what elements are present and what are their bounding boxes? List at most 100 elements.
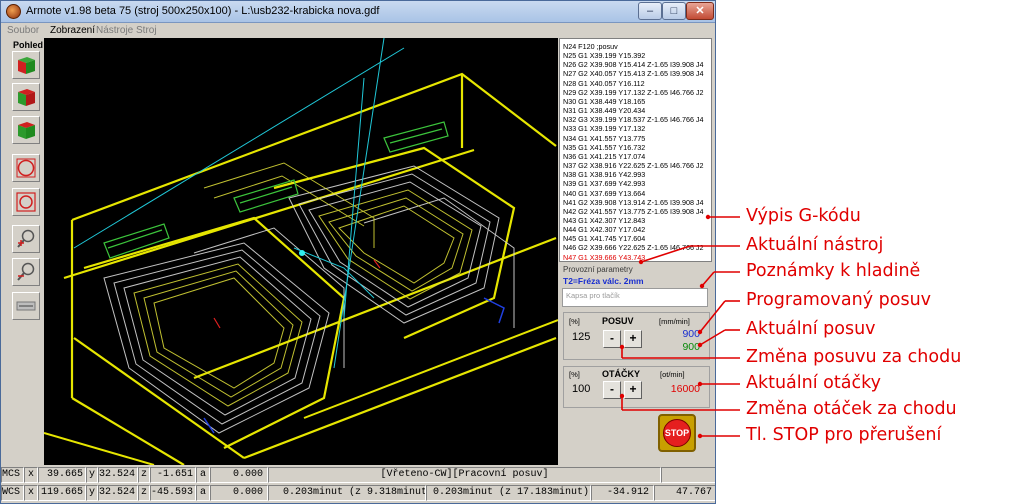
layer-note-field[interactable]: Kapsa pro tlačík	[562, 288, 708, 307]
mcs-a-value: 0.000	[210, 467, 268, 483]
gcode-line: N29 G2 X39.199 Y17.132 Z-1.65 I46.766 J2	[563, 87, 704, 97]
machine-state-message: [Vřeteno-CW][Pracovní posuv]	[268, 467, 661, 483]
gcode-line: N39 G1 X37.699 Y42.993	[563, 179, 646, 189]
maximize-button[interactable]: □	[662, 2, 686, 20]
current-tool: T2=Fréza válc. 2mm	[563, 276, 644, 286]
close-button[interactable]: ✕	[686, 2, 714, 20]
annotation-actual-speed: Aktuální otáčky	[746, 373, 881, 393]
programmed-feed-value: 900	[682, 328, 700, 340]
gcode-line: N32 G3 X39.199 Y18.537 Z-1.65 I46.766 J4	[563, 115, 704, 125]
feed-label: POSUV	[602, 316, 634, 326]
wcs-y-label: y	[86, 485, 98, 501]
status-empty-cell	[661, 467, 715, 483]
status-value-1: -34.912	[591, 485, 654, 501]
wcs-label: WCS	[1, 485, 24, 501]
annotation-stop-button: Tl. STOP pro přerušení	[746, 425, 942, 445]
mcs-x-value: 39.665	[38, 467, 86, 483]
gcode-line: N31 G1 X38.449 Y20.434	[563, 106, 646, 116]
feed-group: [%] POSUV [mm/min] 125 - + 900 900	[563, 312, 710, 360]
gcode-line: N35 G1 X41.557 Y16.732	[563, 142, 646, 152]
cube-top-icon	[18, 122, 35, 139]
fit-view-square-button[interactable]	[12, 188, 40, 216]
wcs-x-label: x	[24, 485, 38, 501]
zoom-out-button[interactable]	[12, 258, 40, 286]
wcs-a-label: a	[196, 485, 210, 501]
gcode-line: N42 G2 X41.557 Y13.775 Z-1.65 I39.908 J4	[563, 206, 704, 216]
toolpath-canvas	[44, 38, 558, 465]
annotation-actual-feed: Aktuální posuv	[746, 319, 876, 339]
spindle-pct-unit: [%]	[569, 370, 580, 379]
view-side-button[interactable]	[12, 83, 40, 111]
menu-bar: Soubor Zobrazení Nástroje Stroj	[1, 23, 715, 38]
annotation-programmed-feed: Programovaný posuv	[746, 290, 932, 310]
annotation-current-tool: Aktuální nástroj	[746, 235, 884, 255]
mcs-x-label: x	[24, 467, 38, 483]
path-toggle-icon	[16, 301, 36, 311]
mcs-z-label: z	[138, 467, 150, 483]
annotation-layer-notes: Poznámky k hladině	[746, 261, 921, 281]
toolpath-toggle-button[interactable]	[12, 292, 40, 320]
spindle-increase-button[interactable]: +	[624, 381, 642, 399]
zoom-in-button[interactable]	[12, 225, 40, 253]
gcode-line: N28 G1 X40.057 Y16.112	[563, 78, 645, 88]
feed-pct-unit: [%]	[569, 317, 580, 326]
mcs-y-label: y	[86, 467, 98, 483]
menu-nastroje[interactable]: Nástroje	[96, 25, 133, 36]
mcs-a-label: a	[196, 467, 210, 483]
elapsed-time: 0.203minut (z 9.318minut)	[268, 485, 426, 501]
menu-soubor[interactable]: Soubor	[7, 25, 39, 36]
spindle-override-value: 100	[572, 383, 591, 395]
mcs-label: MCS	[1, 467, 24, 483]
gcode-line: N44 G1 X42.307 Y17.042	[563, 225, 646, 235]
gcode-line: N36 G1 X41.215 Y17.074	[563, 151, 646, 161]
feed-decrease-button[interactable]: -	[603, 330, 621, 348]
zoom-in-icon	[17, 229, 35, 248]
gcode-line: N45 G1 X41.745 Y17.604	[563, 234, 646, 244]
stop-button[interactable]: STOP	[658, 414, 696, 452]
gcode-current-line: N47 G1 X39.666 Y43.743	[563, 252, 646, 262]
spindle-label: OTÁČKY	[602, 369, 640, 379]
view-toolbar: Pohled	[3, 38, 43, 465]
gcode-line: N24 F120 ;posuv	[563, 42, 618, 51]
cube-side-icon	[18, 89, 35, 106]
application-window: Armote v1.98 beta 75 (stroj 500x250x100)…	[0, 0, 716, 504]
status-bar-wcs: WCS x 119.665 y 32.524 z -45.593 a 0.000…	[1, 485, 715, 502]
gcode-line: N34 G1 X41.557 Y13.775	[563, 133, 646, 143]
gcode-line: N25 G1 X39.199 Y15.392	[563, 51, 646, 61]
spindle-decrease-button[interactable]: -	[603, 381, 621, 399]
gcode-lines: N24 F120 ;posuv N25 G1 X39.199 Y15.392 N26…	[560, 42, 711, 262]
gcode-line: N33 G1 X39.199 Y17.132	[563, 124, 646, 134]
gcode-line: N37 G2 X38.916 Y22.625 Z-1.65 I46.766 J2	[563, 161, 704, 171]
spindle-group: [%] OTÁČKY [ot/min] 100 - + 16000	[563, 366, 710, 408]
gcode-line: N27 G2 X40.057 Y15.413 Z-1.65 I39.908 J4	[563, 69, 704, 79]
status-value-2: 47.767	[654, 485, 715, 501]
feed-increase-button[interactable]: +	[624, 330, 642, 348]
view-top-button[interactable]	[12, 116, 40, 144]
gcode-line: N43 G1 X42.307 Y12.843	[563, 215, 646, 225]
zoom-out-icon	[17, 262, 35, 281]
status-bar-mcs: MCS x 39.665 y 32.524 z -1.651 a 0.000 […	[1, 467, 715, 484]
minimize-button[interactable]: –	[638, 2, 662, 20]
feed-override-value: 125	[572, 331, 591, 343]
wcs-x-value: 119.665	[38, 485, 86, 501]
gcode-line: N41 G2 X39.908 Y13.914 Z-1.65 I39.908 J4	[563, 197, 704, 207]
menu-zobrazeni[interactable]: Zobrazení	[50, 25, 95, 36]
fit-circle-icon	[16, 158, 36, 178]
annotation-feed-change: Změna posuvu za chodu	[746, 347, 962, 367]
mcs-z-value: -1.651	[150, 467, 196, 483]
fit-view-circle-button[interactable]	[12, 154, 40, 182]
wcs-y-value: 32.524	[98, 485, 138, 501]
params-caption: Provozní parametry	[563, 265, 633, 274]
annotation-speed-change: Změna otáček za chodu	[746, 399, 957, 419]
gcode-line: N26 G2 X39.908 Y15.414 Z-1.65 I39.908 J4	[563, 60, 704, 70]
gcode-listing[interactable]: N24 F120 ;posuv N25 G1 X39.199 Y15.392 N26…	[559, 38, 712, 262]
view-front-button[interactable]	[12, 51, 40, 79]
toolpath-3d-view[interactable]	[44, 38, 558, 465]
fit-square-icon	[16, 192, 36, 212]
annotation-gcode-listing: Výpis G-kódu	[746, 206, 861, 226]
gcode-line: N38 G1 X38.916 Y42.993	[563, 170, 646, 180]
stop-icon: STOP	[663, 419, 691, 447]
menu-stroj[interactable]: Stroj	[136, 25, 157, 36]
tool-position-marker	[299, 250, 305, 256]
wcs-z-value: -45.593	[150, 485, 196, 501]
